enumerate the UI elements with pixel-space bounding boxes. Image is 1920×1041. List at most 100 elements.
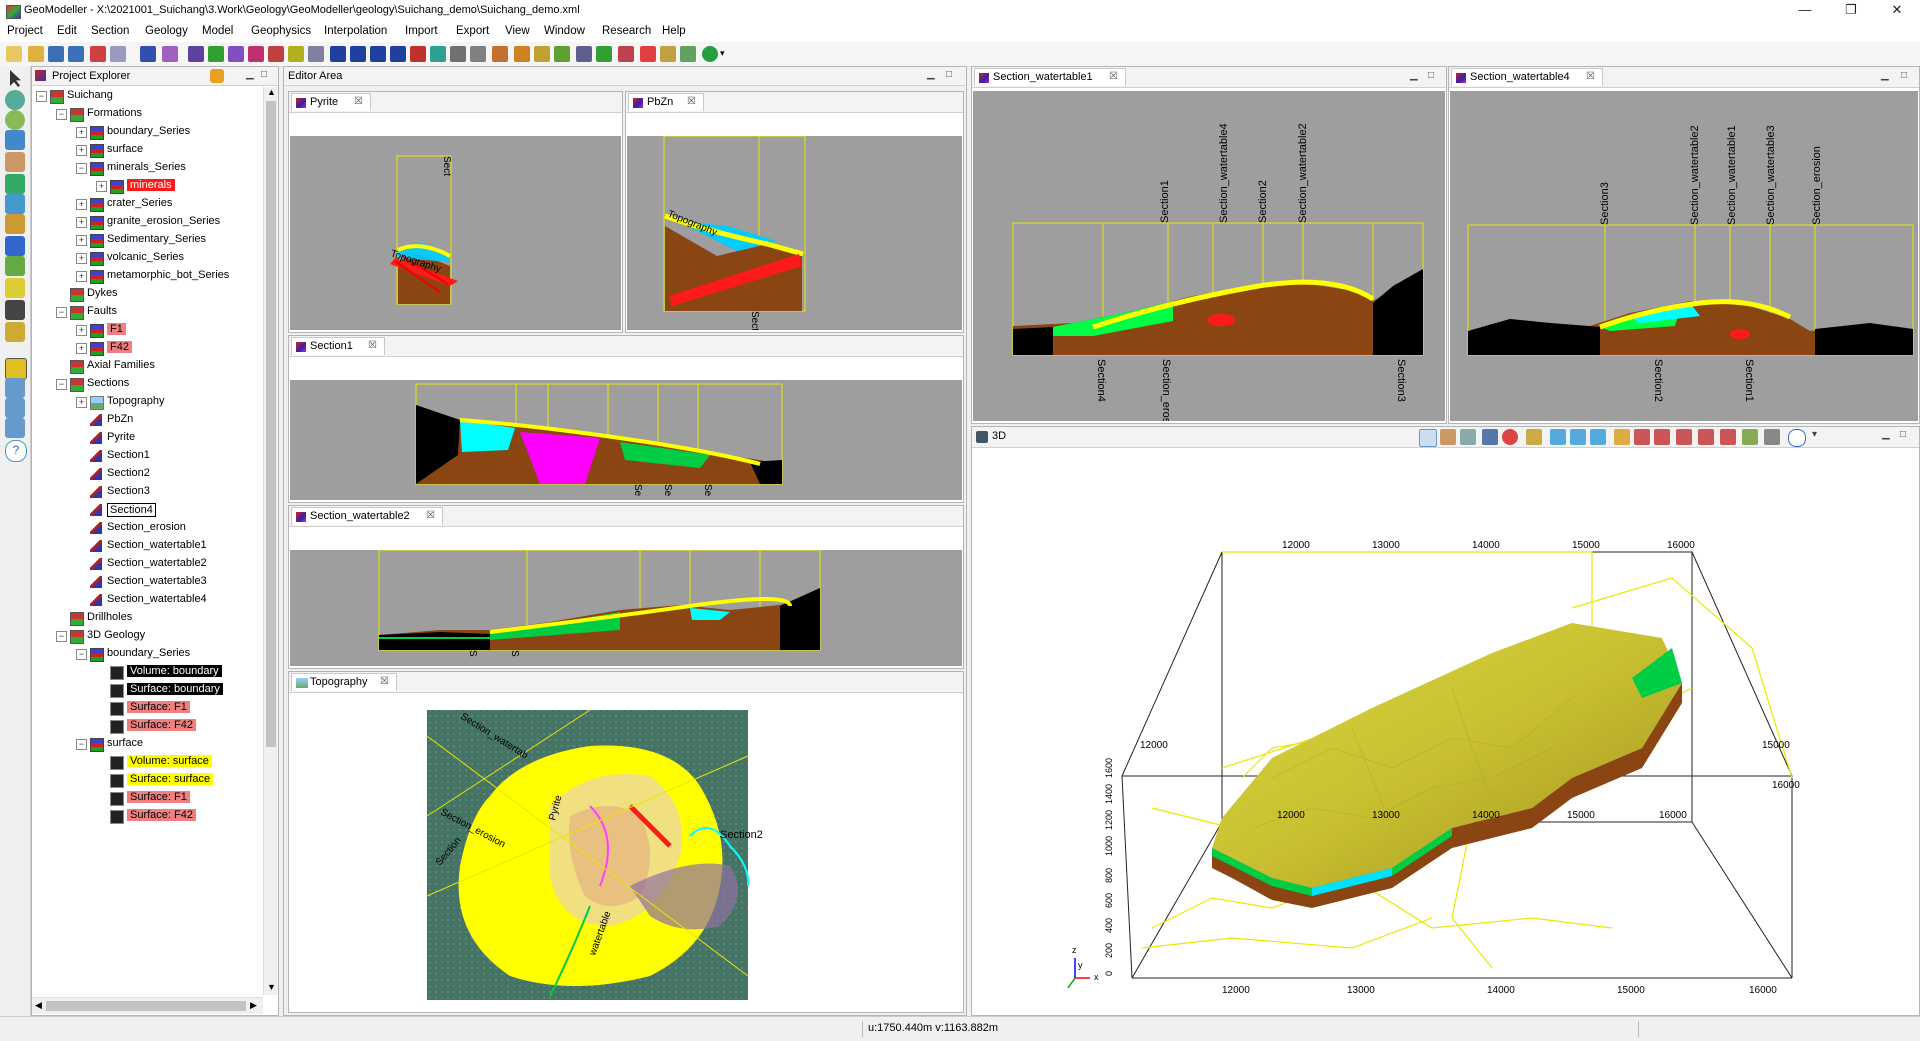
close-button[interactable]: ✕ — [1874, 0, 1920, 22]
select-arrow-icon[interactable] — [10, 70, 21, 87]
close-tab-icon[interactable]: ☒ — [426, 510, 435, 521]
tree-item[interactable]: + metamorphic_bot_Series — [32, 267, 262, 285]
first-icon[interactable] — [330, 46, 346, 62]
tree-item[interactable]: − surface — [32, 735, 262, 753]
watertable1-canvas[interactable]: Section1 Section_watertable4 Section2 Se… — [973, 91, 1445, 421]
collapse-icon[interactable]: − — [56, 109, 67, 120]
expand-icon[interactable]: + — [76, 217, 87, 228]
compute2-icon[interactable] — [534, 46, 550, 62]
tab-pbzn[interactable]: PbZn ☒ — [628, 93, 704, 111]
scroll-up-icon[interactable]: ▲ — [267, 87, 276, 97]
pick3d-icon[interactable] — [1482, 429, 1498, 445]
tool-g-icon[interactable] — [660, 46, 676, 62]
tree-item[interactable]: Surface: F1 — [32, 699, 262, 717]
tab-section-watertable2[interactable]: Section_watertable2 ☒ — [291, 507, 443, 525]
expand-icon[interactable]: + — [96, 181, 107, 192]
tree-item[interactable]: − minerals_Series — [32, 159, 262, 177]
topography-canvas[interactable]: Section2 Pyrite watertable Section_erosi… — [290, 696, 962, 1010]
expand-icon[interactable]: + — [76, 235, 87, 246]
pen2-icon[interactable] — [5, 110, 25, 130]
points-icon[interactable] — [5, 194, 25, 214]
tab-topography[interactable]: Topography ☒ — [291, 673, 397, 691]
tree-item[interactable]: PbZn — [32, 411, 262, 429]
view-side-icon[interactable] — [1570, 429, 1586, 445]
new-icon[interactable] — [6, 46, 22, 62]
tree-item[interactable]: Section_watertable2 — [32, 555, 262, 573]
expand-icon[interactable]: + — [76, 145, 87, 156]
tree-item[interactable]: Drillholes — [32, 609, 262, 627]
editor-minimize-icon[interactable]: ▁ — [927, 69, 935, 80]
maximize-button[interactable]: ❐ — [1828, 0, 1874, 22]
prev-icon[interactable] — [350, 46, 366, 62]
binoculars-icon[interactable] — [576, 46, 592, 62]
menu-model[interactable]: Model — [202, 25, 233, 37]
help3d-icon[interactable] — [1788, 429, 1806, 447]
save-as-icon[interactable] — [68, 46, 84, 62]
tab-pyrite[interactable]: Pyrite ☒ — [291, 93, 371, 111]
cut2-icon[interactable] — [1654, 429, 1670, 445]
wt4-maximize-icon[interactable]: □ — [1901, 70, 1907, 81]
tree-item[interactable]: + F42 — [32, 339, 262, 357]
expand-icon[interactable]: + — [76, 271, 87, 282]
tree-item[interactable]: Pyrite — [32, 429, 262, 447]
screenshot-icon[interactable] — [1742, 429, 1758, 445]
cut3-icon[interactable] — [1676, 429, 1692, 445]
run-dropdown-icon[interactable]: ▾ — [720, 48, 725, 59]
help-icon[interactable]: ? — [5, 440, 27, 462]
wt1-minimize-icon[interactable]: ▁ — [1410, 70, 1418, 81]
wt1-maximize-icon[interactable]: □ — [1428, 70, 1434, 81]
tree-item[interactable]: + Sedimentary_Series — [32, 231, 262, 249]
collapse-icon[interactable]: − — [36, 91, 47, 102]
tree-item[interactable]: − Suichang — [32, 87, 262, 105]
menu-view[interactable]: View — [505, 25, 530, 37]
collapse-icon[interactable]: − — [76, 163, 87, 174]
menu-import[interactable]: Import — [405, 25, 438, 37]
collapse-icon[interactable]: − — [76, 739, 87, 750]
tree-item[interactable]: + boundary_Series — [32, 123, 262, 141]
move-icon[interactable] — [5, 174, 25, 194]
collapse-icon[interactable]: − — [56, 379, 67, 390]
view-c-icon[interactable] — [5, 418, 25, 438]
scroll-right-icon[interactable]: ▶ — [250, 1000, 257, 1011]
tool-c-icon[interactable] — [268, 46, 284, 62]
tree-item[interactable]: − Faults — [32, 303, 262, 321]
explorer-minimize-icon[interactable]: ▁ — [246, 69, 254, 80]
compute-icon[interactable] — [514, 46, 530, 62]
tree-item[interactable]: Section_watertable1 — [32, 537, 262, 555]
3d-maximize-icon[interactable]: □ — [1900, 429, 1906, 440]
book-icon[interactable] — [140, 46, 156, 62]
menu-research[interactable]: Research — [602, 25, 651, 37]
sync-icon[interactable] — [430, 46, 446, 62]
grid-icon[interactable] — [554, 46, 570, 62]
menu-section[interactable]: Section — [91, 25, 129, 37]
pbzn-canvas[interactable]: Topography Sect — [627, 136, 962, 330]
tree-item[interactable]: − Formations — [32, 105, 262, 123]
export-pdf-icon[interactable] — [90, 46, 106, 62]
cut4-icon[interactable] — [1698, 429, 1714, 445]
section1-canvas[interactable]: Se Se Se — [290, 380, 962, 500]
menu-export[interactable]: Export — [456, 25, 489, 37]
open-icon[interactable] — [28, 46, 44, 62]
tree-item[interactable]: Section_erosion — [32, 519, 262, 537]
tree-item[interactable]: − Sections — [32, 375, 262, 393]
sync-link-icon[interactable] — [210, 69, 224, 83]
tool-e-icon[interactable] — [308, 46, 324, 62]
tree-item[interactable]: Volume: boundary — [32, 663, 262, 681]
minimize-button[interactable]: — — [1782, 0, 1828, 22]
scroll-thumb[interactable] — [266, 101, 276, 747]
expand-icon[interactable]: + — [76, 253, 87, 264]
zoom3d-icon[interactable] — [1460, 429, 1476, 445]
save-icon[interactable] — [48, 46, 64, 62]
model-icon[interactable] — [492, 46, 508, 62]
editor-maximize-icon[interactable]: □ — [946, 69, 952, 80]
tree-item[interactable]: + surface — [32, 141, 262, 159]
menu-window[interactable]: Window — [544, 25, 585, 37]
last-icon[interactable] — [390, 46, 406, 62]
question-tool-icon[interactable] — [5, 322, 25, 342]
menu-geology[interactable]: Geology — [145, 25, 188, 37]
measure-icon[interactable] — [5, 236, 25, 256]
expand-icon[interactable]: + — [76, 397, 87, 408]
next-icon[interactable] — [370, 46, 386, 62]
pen-icon[interactable] — [5, 90, 25, 110]
tab-section-watertable1[interactable]: Section_watertable1 ☒ — [974, 68, 1126, 86]
